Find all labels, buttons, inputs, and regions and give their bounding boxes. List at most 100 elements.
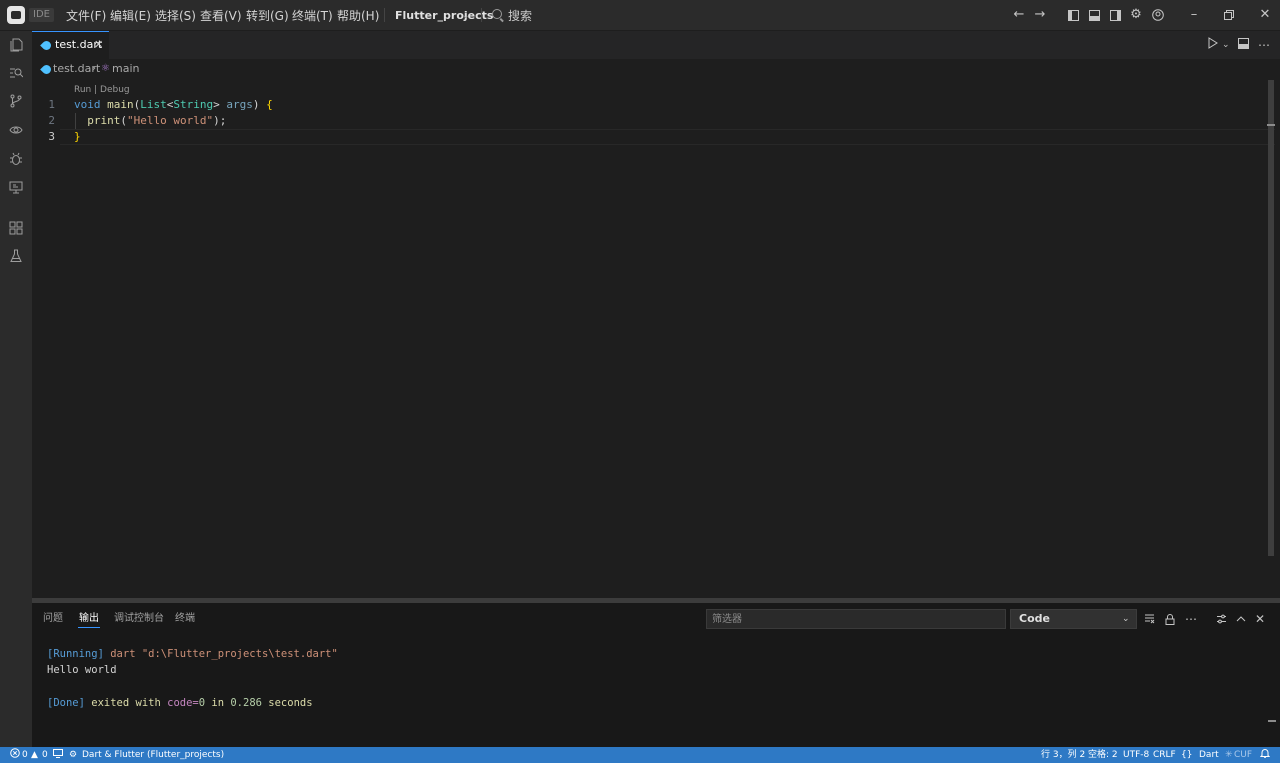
panel-scroll-marker [1268, 720, 1276, 722]
close-icon[interactable]: ✕ [94, 37, 103, 53]
chevron-up-icon[interactable] [1233, 611, 1249, 627]
end-of-line[interactable]: CRLF [1153, 748, 1176, 762]
encoding[interactable]: UTF-8 [1123, 748, 1149, 762]
code-token: { [266, 98, 273, 111]
split-editor-icon[interactable] [1238, 37, 1249, 53]
cursor-position[interactable]: 行 3，列 2 [1041, 748, 1085, 762]
more-actions-icon[interactable]: ⋯ [1183, 611, 1199, 627]
codelens-run-debug[interactable]: Run | Debug [74, 84, 130, 96]
indentation[interactable]: 空格: 2 [1088, 748, 1118, 762]
braces-icon[interactable]: {} [1181, 748, 1192, 762]
output-token: code= [167, 697, 199, 709]
ide-badge: IDE [29, 8, 54, 22]
output-token: exited with [84, 697, 168, 709]
language-mode[interactable]: Dart [1199, 748, 1219, 762]
output-filter-input[interactable] [706, 609, 1006, 629]
output-token: 0.286 [230, 697, 262, 709]
flutter-device-status: CUF [1234, 750, 1253, 760]
remote-explorer-icon[interactable] [6, 177, 26, 197]
warning-count[interactable]: 0 [42, 748, 48, 762]
chevron-down-icon[interactable]: ⌄ [462, 11, 470, 21]
account-icon[interactable] [1150, 7, 1166, 23]
arrow-left-icon[interactable]: ← [1011, 7, 1027, 23]
tab-problems[interactable]: 问题 [43, 612, 63, 626]
ports-icon[interactable] [53, 748, 63, 762]
code-line[interactable]: void main(List<String> args) { [74, 97, 273, 113]
line-number: 3 [48, 130, 55, 143]
minimize-icon[interactable]: – [1186, 7, 1202, 23]
menu-help[interactable]: 帮助(H) [337, 7, 379, 25]
current-line-highlight [60, 129, 1275, 145]
testing-flask-icon[interactable] [6, 246, 26, 266]
editor-tab-bar [32, 31, 1280, 59]
debug-bug-icon[interactable] [6, 149, 26, 169]
output-line: [Done] exited with code=0 in 0.286 secon… [47, 695, 313, 711]
code-editor[interactable] [32, 80, 1268, 598]
code-line[interactable]: } [74, 129, 81, 145]
code-token: void [74, 98, 101, 111]
menu-selection[interactable]: 选择(S) [155, 7, 196, 25]
project-status[interactable]: Dart & Flutter (Flutter_projects) [82, 748, 224, 762]
panel-settings-icon[interactable] [1213, 611, 1229, 627]
command-search[interactable]: 搜索 [508, 7, 532, 25]
gear-icon[interactable]: ⚙ [1128, 7, 1144, 23]
toggle-secondary-sidebar-icon[interactable] [1107, 7, 1123, 23]
output-token: [Done] [47, 697, 85, 709]
notifications-bell-icon[interactable] [1259, 748, 1271, 762]
app-logo-icon [7, 6, 25, 24]
output-token: dart [103, 648, 142, 660]
menu-view[interactable]: 查看(V) [200, 7, 242, 25]
lock-icon[interactable] [1162, 611, 1178, 627]
tab-debug-console[interactable]: 调试控制台 [114, 612, 164, 626]
arrow-right-icon[interactable]: → [1032, 7, 1048, 23]
line-number: 1 [48, 98, 55, 111]
line-number: 2 [48, 114, 55, 127]
error-icon[interactable] [10, 748, 20, 762]
tab-terminal[interactable]: 终端 [175, 612, 195, 626]
output-token: "d:\Flutter_projects\test.dart" [141, 648, 338, 660]
source-control-icon[interactable] [6, 91, 26, 111]
menu-divider [384, 8, 385, 22]
chevron-down-icon[interactable]: ⌄ [1222, 37, 1230, 53]
warning-icon[interactable]: ▲ [31, 748, 38, 762]
output-token: seconds [261, 697, 313, 709]
code-line[interactable]: print("Hello world"); [74, 113, 226, 129]
menu-file[interactable]: 文件(F) [66, 7, 106, 25]
toggle-panel-icon[interactable] [1086, 7, 1102, 23]
tab-output[interactable]: 输出 [79, 612, 99, 626]
close-window-icon[interactable]: ✕ [1257, 7, 1273, 23]
toggle-primary-sidebar-icon[interactable] [1065, 7, 1081, 23]
eye-icon[interactable] [6, 120, 26, 140]
explorer-icon[interactable] [6, 35, 26, 55]
extensions-icon[interactable] [6, 218, 26, 238]
code-token: List [140, 98, 167, 111]
search-view-icon[interactable] [6, 63, 26, 83]
close-panel-icon[interactable]: ✕ [1252, 611, 1268, 627]
more-actions-icon[interactable]: ⋯ [1258, 37, 1270, 53]
project-selector[interactable]: Flutter_projects [395, 7, 493, 25]
menu-edit[interactable]: 编辑(E) [110, 7, 151, 25]
output-token: [Running] [47, 648, 104, 660]
output-channel-value: Code [1019, 612, 1050, 625]
search-icon[interactable] [492, 9, 502, 19]
code-token: print [87, 114, 121, 127]
breadcrumb-symbol[interactable]: main [112, 61, 139, 77]
run-icon[interactable] [1208, 37, 1218, 53]
output-line: Hello world [47, 664, 117, 676]
dart-file-icon [40, 63, 53, 76]
restore-icon[interactable] [1221, 7, 1237, 23]
code-token: ( [120, 114, 127, 127]
output-token: in [205, 697, 231, 709]
clear-output-icon[interactable] [1141, 611, 1157, 627]
editor-scrollbar[interactable] [1268, 80, 1274, 556]
code-token: ) [252, 98, 267, 111]
code-token: main [107, 98, 134, 111]
error-count[interactable]: 0 [22, 748, 28, 762]
menu-terminal[interactable]: 终端(T) [292, 7, 333, 25]
search-divider [481, 8, 482, 22]
scrollbar-cursor-marker [1267, 124, 1275, 126]
flutter-project-icon[interactable]: ⚙ [69, 748, 77, 762]
menu-go[interactable]: 转到(G) [246, 7, 289, 25]
active-tab-indicator [78, 627, 100, 628]
